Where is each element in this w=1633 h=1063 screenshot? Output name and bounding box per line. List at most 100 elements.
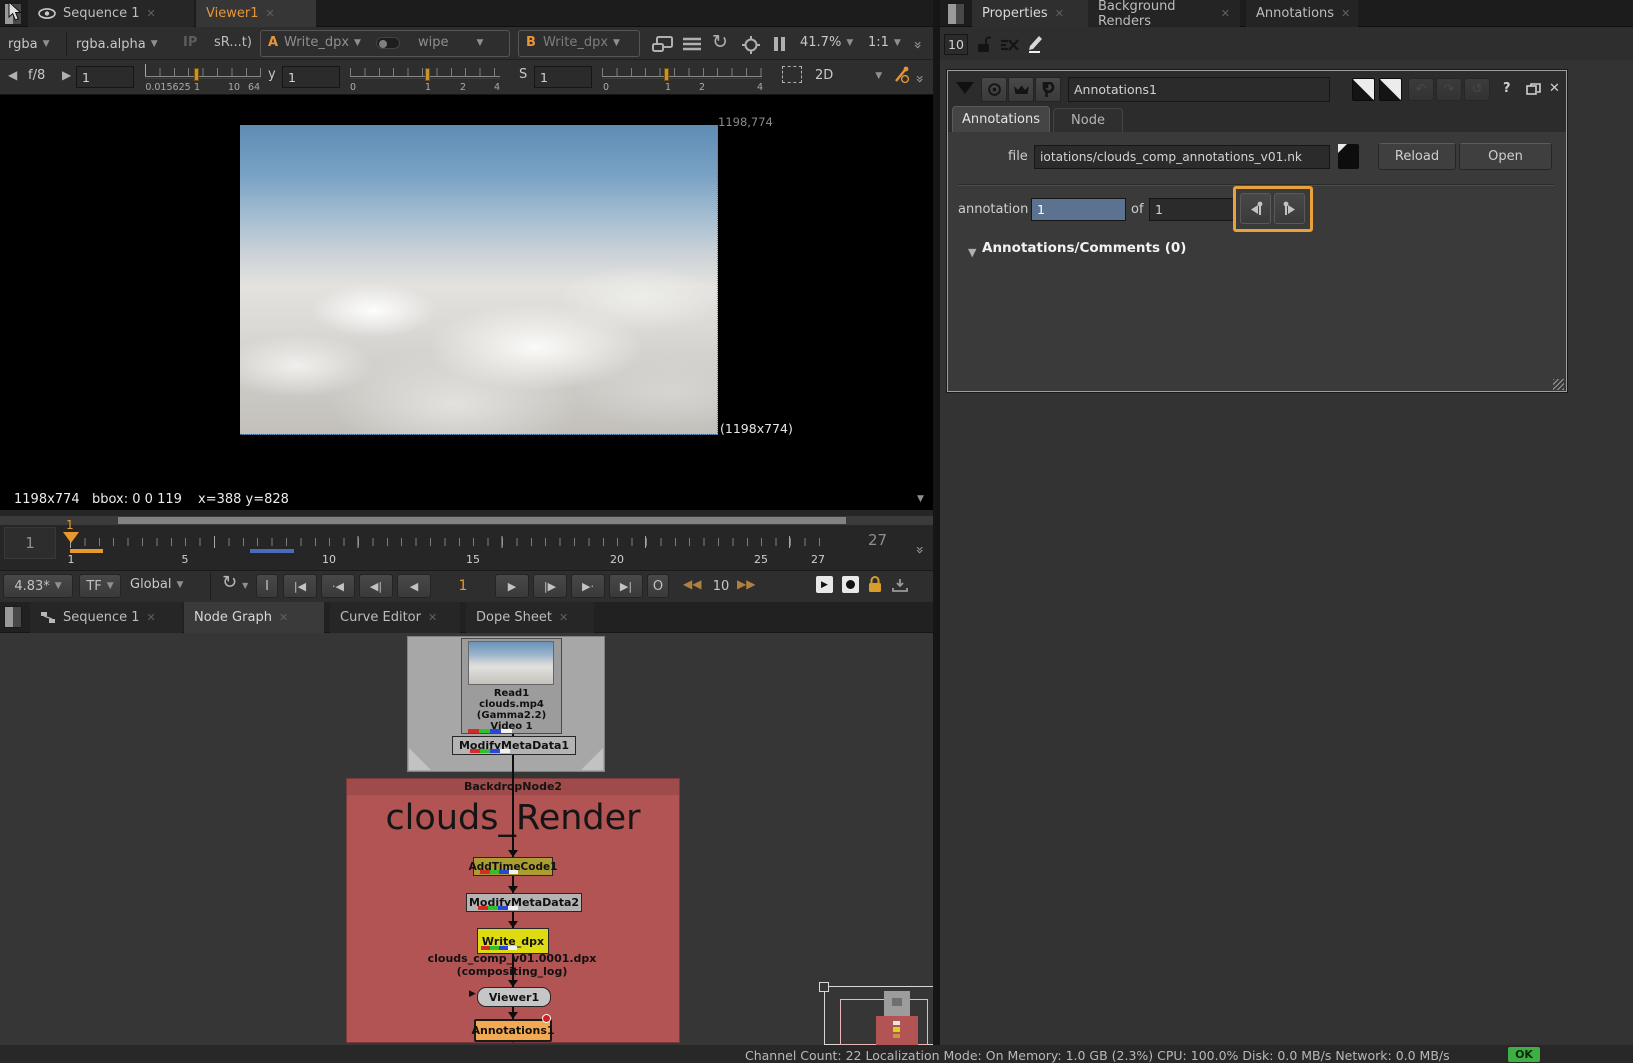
lock-range-icon[interactable] [868,576,882,593]
zoom-select[interactable]: 41.7%▼ [800,35,853,50]
play-forward-button[interactable]: ▶ [495,574,529,598]
close-icon[interactable]: ✕ [1341,7,1350,20]
node-name-input[interactable] [1068,77,1330,102]
wipe-select[interactable]: wipe▼ [418,35,483,50]
settings-wrench-button[interactable] [1035,77,1061,102]
undo-button[interactable]: ↶ [1408,78,1434,101]
close-icon[interactable]: ✕ [147,7,156,20]
current-frame-display[interactable]: 1 [435,574,491,598]
file-browse-icon[interactable] [1338,144,1359,169]
gain-input[interactable] [76,66,134,88]
close-icon[interactable]: ✕ [1055,7,1064,20]
saturation-input[interactable] [534,66,592,88]
panel-resize-grip[interactable] [1553,379,1564,390]
step-back-button[interactable]: ◀| [359,574,393,598]
roi-icon[interactable] [782,66,802,83]
channels-select[interactable]: rgba▼ [8,33,50,55]
tf-select[interactable]: TF▼ [79,574,121,598]
collapse-chevrons-icon[interactable]: » [911,75,927,82]
gamma-input[interactable] [282,66,340,88]
refresh-icon[interactable]: ↻ [712,31,728,53]
panel-grip-icon[interactable] [947,3,965,25]
jump-forward-icon[interactable]: ▶▶ [737,577,755,591]
aspect-select[interactable]: 1:1▼ [868,35,901,50]
close-icon[interactable]: ✕ [147,611,156,624]
viewer-image[interactable] [240,125,718,435]
redo-button[interactable]: ↷ [1436,78,1462,101]
file-input[interactable] [1034,145,1330,169]
playback-speed-select[interactable]: 4.83*▼ [3,574,73,598]
tab-node-annotations[interactable]: Annotations [952,106,1050,132]
node-viewer1[interactable]: Viewer1 [477,987,551,1007]
timeline-scrollbar-thumb[interactable] [118,517,846,524]
layer-select[interactable]: rgba.alpha▼ [76,33,158,55]
close-icon[interactable]: ✕ [265,7,274,20]
loop-mode-icon[interactable]: ↻▼ [222,572,248,593]
swap-ab-button[interactable] [1352,78,1375,101]
next-keyframe-button[interactable]: ▶· [571,574,605,598]
annotation-index-input[interactable] [1031,198,1126,221]
tab-background-renders[interactable]: Background Renders✕ [1088,0,1240,27]
step-forward-button[interactable]: |▶ [533,574,567,598]
jump-back-icon[interactable]: ◀◀ [683,577,701,591]
playhead-marker[interactable] [63,532,79,543]
help-button[interactable]: ? [1503,81,1511,96]
close-icon[interactable]: ✕ [279,611,288,624]
panel-divider[interactable] [933,0,940,1063]
tab-viewer1[interactable]: Viewer1 ✕ [196,0,316,27]
tab-curve-editor[interactable]: Curve Editor✕ [330,602,460,633]
wipe-toggle[interactable] [376,37,400,49]
pause-icon[interactable] [774,37,785,51]
center-node-button[interactable] [981,77,1007,102]
swap-ab-button-2[interactable] [1379,78,1402,101]
gamma-slider-handle[interactable] [425,68,430,81]
close-icon[interactable]: ✕ [1221,7,1230,20]
goto-end-button[interactable]: ▶| [609,574,643,598]
lock-panels-icon[interactable] [976,35,991,54]
sample-wand-icon[interactable] [893,66,911,84]
lut-select[interactable]: sR...t) [214,35,252,50]
reload-button[interactable]: Reload [1378,143,1456,170]
record-icon[interactable] [842,576,859,593]
tab-annotations[interactable]: Annotations✕ [1246,0,1358,27]
range-mode-select[interactable]: Global▼ [130,577,183,592]
sat-slider[interactable] [602,76,762,79]
tab-sequence1-viewer[interactable]: Sequence 1 ✕ [28,0,194,27]
max-panels-input[interactable]: 10 [944,34,968,55]
prev-annotation-button[interactable] [1240,193,1271,224]
mark-in-button[interactable]: I [256,574,278,598]
float-panel-icon[interactable] [1526,83,1541,96]
tab-node-graph[interactable]: Node Graph✕ [184,602,324,633]
collapse-chevrons-icon[interactable]: » [909,41,925,48]
close-icon[interactable]: ✕ [559,611,568,624]
render-out-icon[interactable] [892,578,908,593]
timeline-current-box[interactable]: 1 [4,527,56,559]
clear-panels-icon[interactable] [1000,37,1020,53]
panel-grip-icon[interactable] [4,606,22,628]
gain-slider[interactable] [145,76,261,79]
prev-keyframe-button[interactable]: ·◀ [321,574,355,598]
annotation-total-input[interactable] [1149,198,1234,221]
input-a-select[interactable]: Write_dpx▼ [284,35,361,50]
mark-out-button[interactable]: O [647,574,669,598]
proxy-lines-icon[interactable] [682,37,702,52]
edit-pencil-icon[interactable] [1026,34,1044,53]
roi-target-icon[interactable] [742,36,760,54]
prev-arrow-icon[interactable]: ◀ [8,68,17,82]
minimap-resize-handle[interactable] [819,982,829,992]
comments-collapse-icon[interactable]: ▼ [968,246,976,259]
tab-dope-sheet[interactable]: Dope Sheet✕ [466,602,594,633]
tab-properties[interactable]: Properties✕ [972,0,1106,27]
close-icon[interactable]: ✕ [428,611,437,624]
tab-sequence1-dag[interactable]: Sequence 1✕ [30,602,182,633]
sat-slider-handle[interactable] [664,68,669,81]
next-annotation-button[interactable] [1274,193,1305,224]
collapse-chevrons-icon[interactable]: » [911,546,927,553]
ip-toggle[interactable]: IP [183,35,197,50]
close-panel-button[interactable]: ✕ [1549,81,1560,96]
collapse-triangle-icon[interactable] [956,82,974,94]
mode-2d-select[interactable]: 2D▼ [815,68,882,83]
node-write-dpx[interactable]: Write_dpx [477,928,549,954]
hide-input-button[interactable] [1008,77,1034,102]
node-annotations1[interactable]: Annotations1 [474,1019,552,1042]
